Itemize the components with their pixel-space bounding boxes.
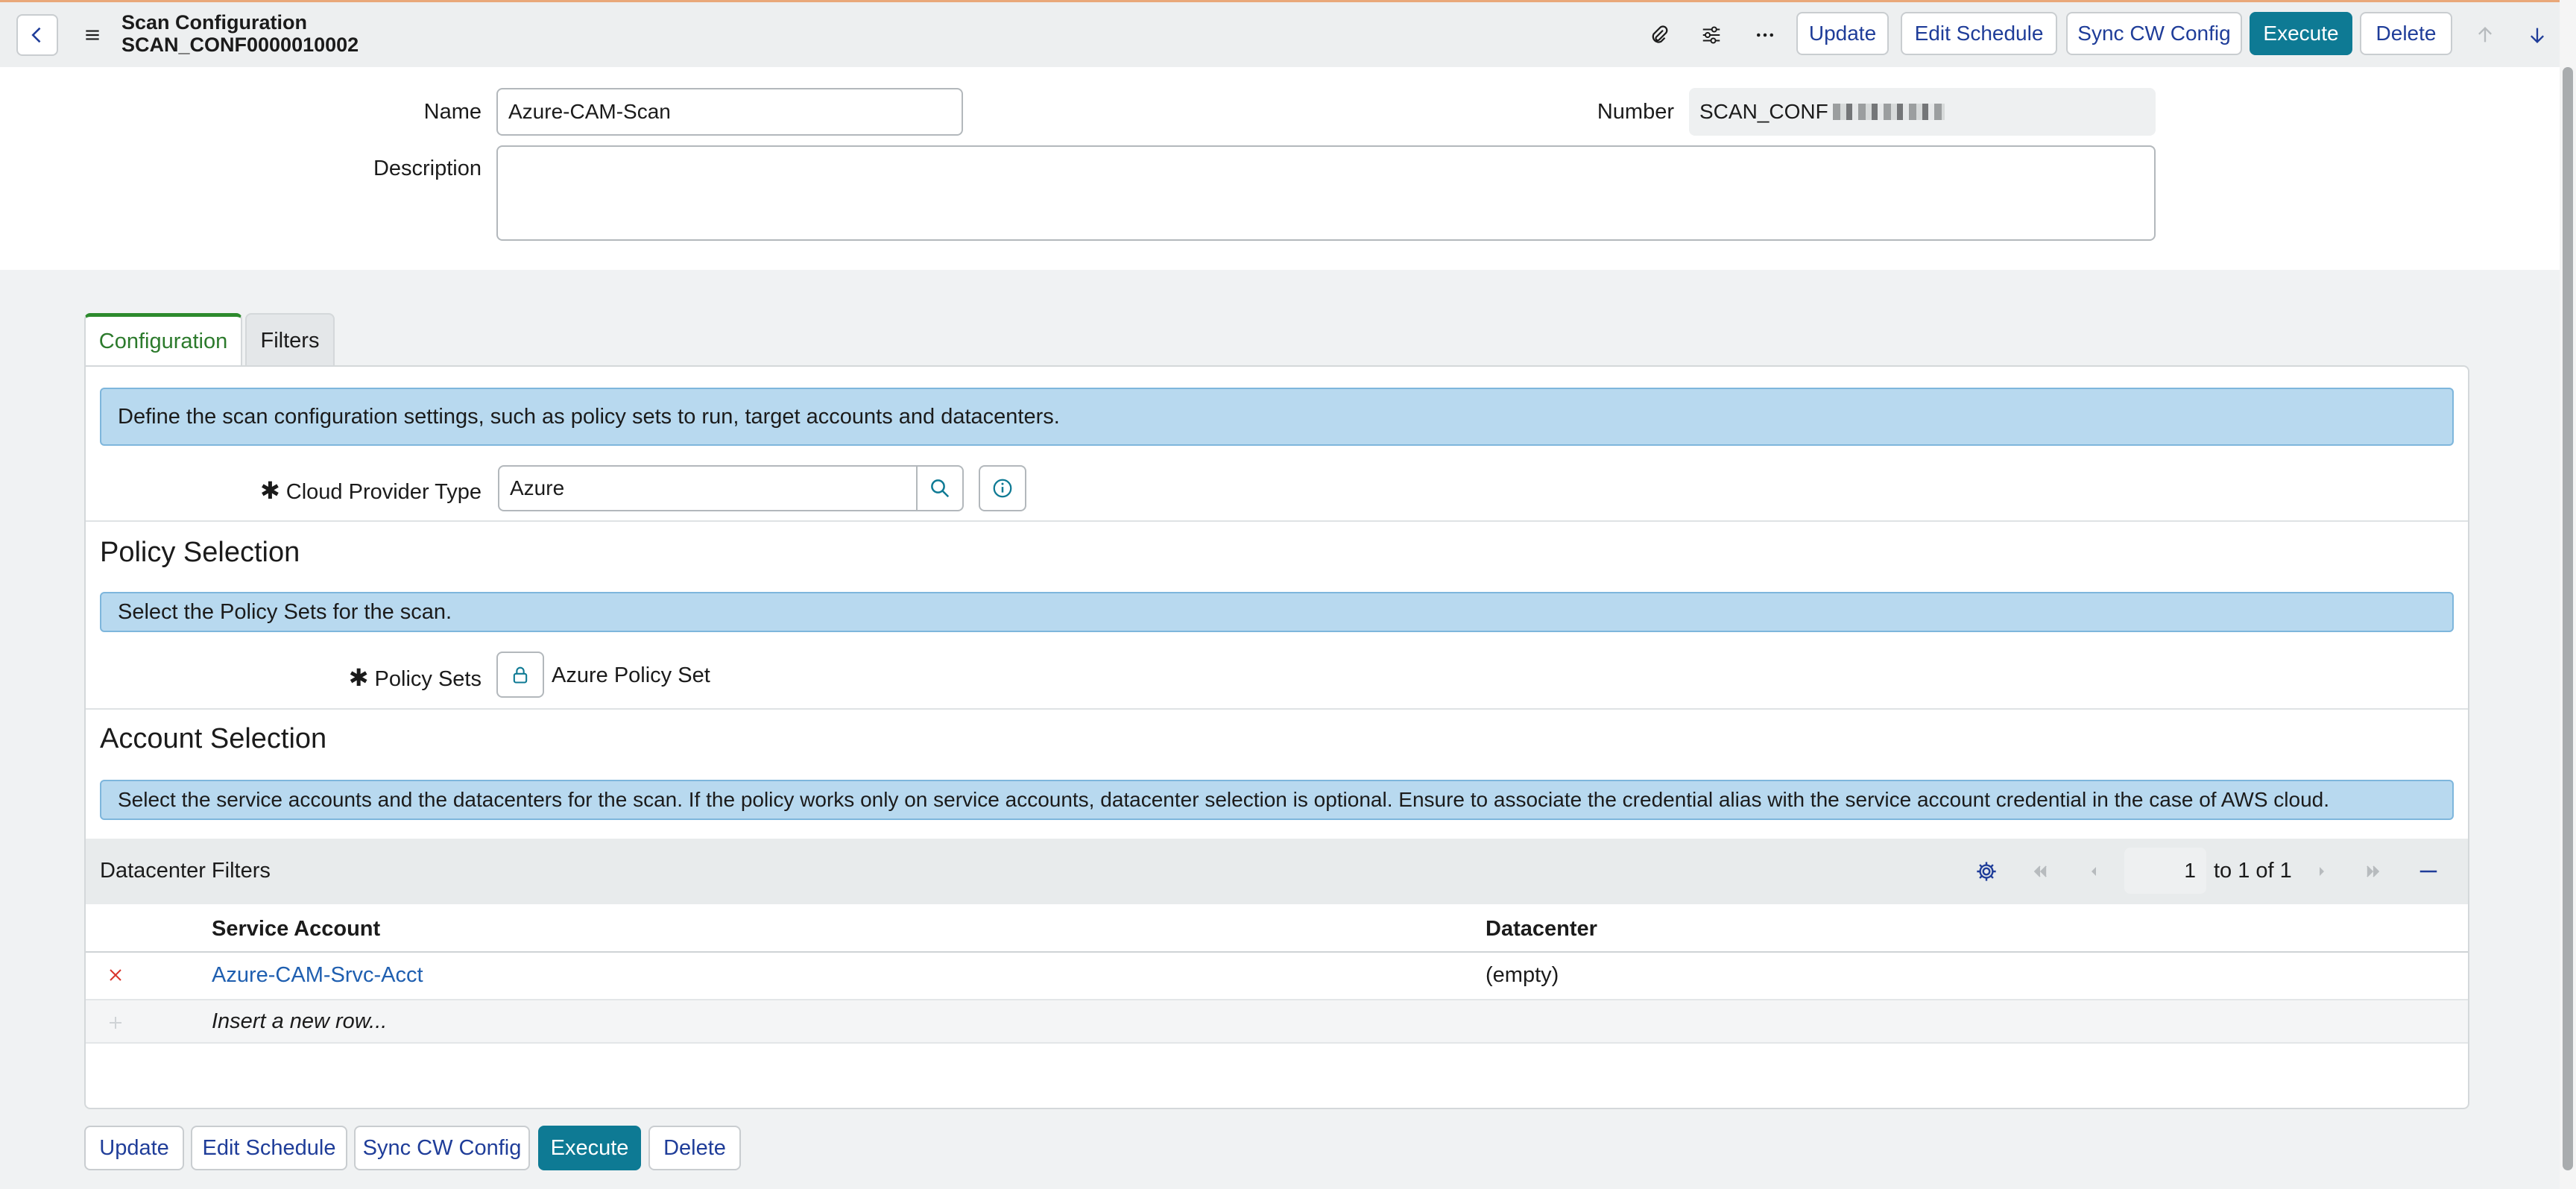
account-selection-title: Account Selection [100,723,327,754]
footer-edit-schedule-button[interactable]: Edit Schedule [191,1126,347,1170]
menu-button[interactable] [73,16,112,54]
cloud-provider-info-button[interactable] [979,465,1026,511]
list-settings-button[interactable] [1972,857,2001,886]
required-asterisk-icon: ✱ [259,477,280,504]
execute-button[interactable]: Execute [2250,12,2352,55]
number-field: SCAN_CONF [1689,88,2156,136]
record-number-title: SCAN_CONF0000010002 [121,34,359,56]
last-page-icon [2367,865,2380,877]
footer-sync-cw-config-button[interactable]: Sync CW Config [354,1126,530,1170]
name-label: Name [423,100,482,124]
delete-row-button[interactable] [101,960,130,990]
delete-button[interactable]: Delete [2360,12,2452,55]
minus-icon [2419,870,2437,873]
gear-icon [1977,862,1996,881]
page-scrollbar-thumb[interactable] [2563,67,2573,1170]
sync-cw-config-button[interactable]: Sync CW Config [2066,12,2242,55]
attachment-button[interactable] [1640,16,1679,54]
next-page-button[interactable] [2307,857,2337,886]
edit-schedule-button[interactable]: Edit Schedule [1901,12,2057,55]
footer-update-button[interactable]: Update [84,1126,184,1170]
menu-icon [86,30,99,40]
update-button[interactable]: Update [1796,12,1889,55]
number-label: Number [1597,100,1674,124]
footer-execute-button[interactable]: Execute [538,1126,641,1170]
policy-sets-label: ✱ Policy Sets [298,663,482,692]
previous-page-icon [2092,867,2096,876]
close-icon [110,969,121,981]
personalize-button[interactable] [1692,16,1731,54]
policy-sets-value: Azure Policy Set [552,663,710,687]
cloud-provider-lookup-button[interactable] [916,465,964,511]
service-account-link[interactable]: Azure-CAM-Srvc-Acct [212,963,423,988]
datacenter-filters-title: Datacenter Filters [100,859,271,883]
datacenter-cell: (empty) [1486,963,1559,987]
policy-sets-unlock-button[interactable] [496,652,544,698]
footer-delete-button[interactable]: Delete [648,1126,741,1170]
column-header-datacenter[interactable]: Datacenter [1486,917,1597,942]
cloud-provider-label-text: Cloud Provider Type [285,480,482,504]
account-selection-message: Select the service accounts and the data… [100,780,2454,820]
redacted-number-block [1832,104,1945,120]
next-page-icon [2320,867,2324,876]
cloud-provider-input[interactable]: Azure [498,465,919,511]
more-button[interactable] [1746,16,1784,54]
description-label: Description [373,157,482,180]
arrow-up-icon [2478,27,2492,42]
back-icon [31,27,41,43]
datacenter-filters-header [86,839,2468,904]
first-page-icon [2033,865,2047,877]
policy-sets-label-text: Policy Sets [374,667,482,691]
column-header-service-account[interactable]: Service Account [212,917,380,942]
previous-record-button[interactable] [2466,16,2504,54]
next-record-button[interactable] [2518,16,2557,54]
form-header: Scan Configuration SCAN_CONF0000010002 U… [0,0,2560,67]
policy-selection-message: Select the Policy Sets for the scan. [100,592,2454,632]
required-asterisk-icon: ✱ [348,664,369,691]
number-value: SCAN_CONF [1699,100,1828,123]
form-type-title: Scan Configuration [121,11,307,34]
tab-configuration[interactable]: Configuration [84,313,242,367]
more-icon [1757,33,1773,37]
last-page-button[interactable] [2358,857,2388,886]
configuration-intro-message: Define the scan configuration settings, … [100,388,2454,446]
back-button[interactable] [16,14,58,56]
previous-page-button[interactable] [2079,857,2109,886]
arrow-down-icon [2531,28,2544,43]
page-range-text: to 1 of 1 [2214,859,2292,883]
info-icon [993,479,1012,498]
settings-sliders-icon [1702,26,1720,44]
insert-row-text[interactable]: Insert a new row... [212,1009,387,1034]
section-divider [86,520,2468,522]
first-page-button[interactable] [2025,857,2055,886]
collapse-list-button[interactable] [2414,857,2443,886]
page-number-input[interactable]: 1 [2124,848,2206,894]
lock-icon [513,666,528,684]
search-icon [931,479,950,498]
cloud-provider-label: ✱ Cloud Provider Type [224,476,482,505]
description-textarea[interactable] [496,145,2156,241]
tab-filters[interactable]: Filters [245,313,335,367]
paperclip-icon [1652,25,1668,43]
section-divider [86,708,2468,710]
table-row: Azure-CAM-Srvc-Acct (empty) [86,953,2468,997]
name-input[interactable]: Azure-CAM-Scan [496,88,963,136]
insert-row[interactable]: Insert a new row... [86,999,2468,1044]
add-row-icon [101,1008,130,1038]
policy-selection-title: Policy Selection [100,537,300,568]
